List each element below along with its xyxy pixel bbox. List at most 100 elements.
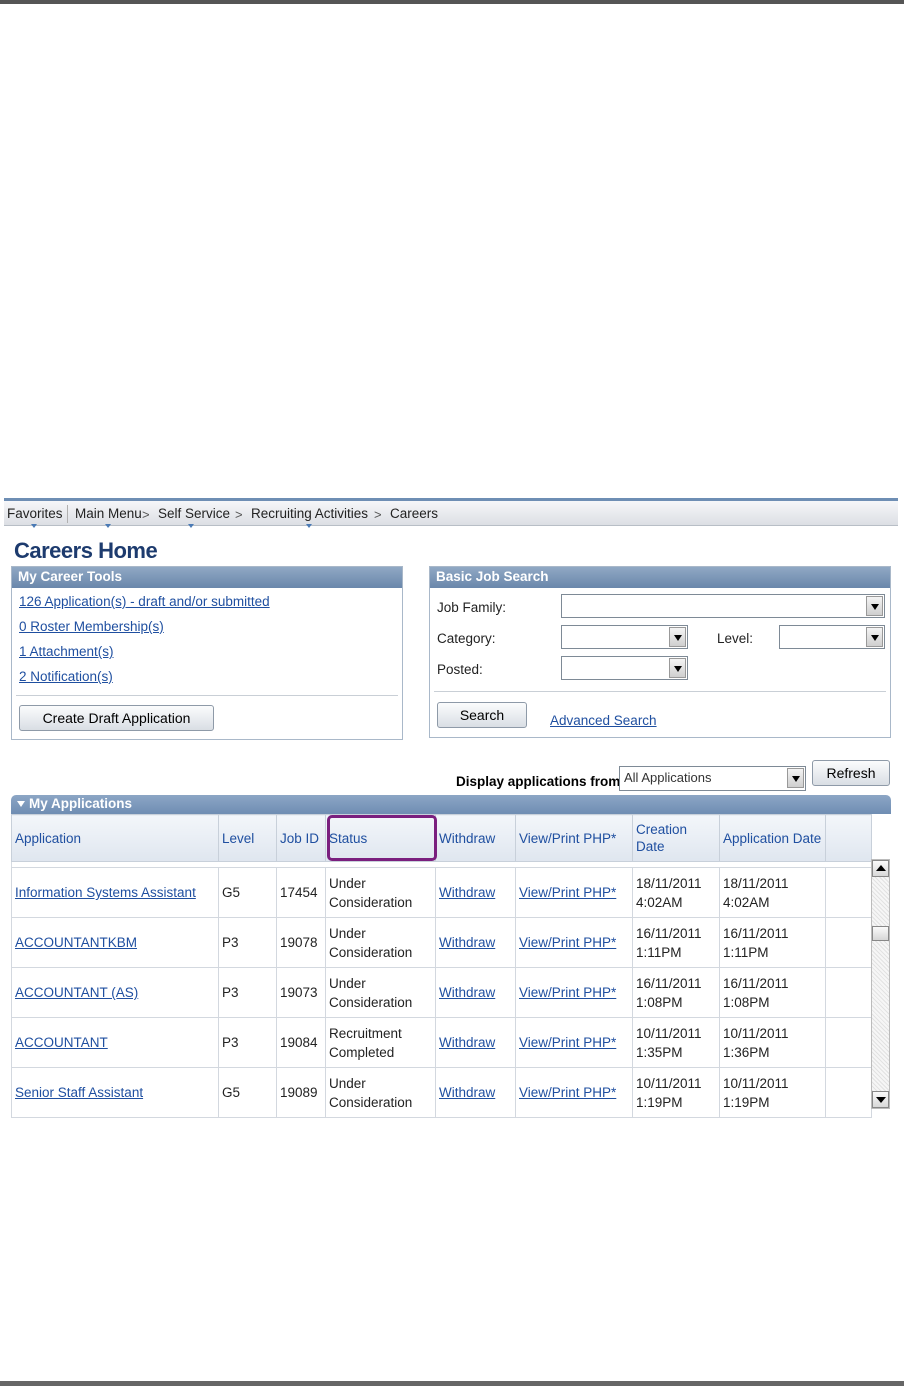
- divider: [16, 695, 398, 696]
- job-id-cell: 19073: [276, 967, 326, 1018]
- my-applications-title[interactable]: My Applications: [11, 795, 891, 814]
- job-id-cell: 19078: [276, 917, 326, 968]
- applications-link[interactable]: 126 Application(s) - draft and/or submit…: [19, 594, 270, 609]
- posted-select[interactable]: [561, 656, 688, 680]
- level-cell: P3: [218, 967, 277, 1018]
- view-print-php-link[interactable]: View/Print PHP*: [519, 1035, 616, 1050]
- display-applications-label: Display applications from:: [456, 774, 625, 789]
- job-id-cell: 19084: [276, 1017, 326, 1068]
- advanced-search-link[interactable]: Advanced Search: [550, 713, 657, 728]
- scrollbar-thumb[interactable]: [872, 926, 889, 941]
- dropdown-indicator-icon: [105, 524, 111, 528]
- breadcrumb-separator-icon: >: [235, 507, 243, 522]
- creation-date-cell: 16/11/2011 1:11PM: [632, 917, 720, 968]
- scroll-up-arrow-icon[interactable]: [872, 860, 889, 877]
- application-link[interactable]: Information Systems Assistant: [15, 885, 196, 900]
- withdraw-link[interactable]: Withdraw: [439, 1085, 495, 1100]
- level-label: Level:: [717, 631, 754, 646]
- column-header-withdraw[interactable]: Withdraw: [435, 814, 516, 862]
- category-select[interactable]: [561, 625, 688, 649]
- view-print-php-link[interactable]: View/Print PHP*: [519, 885, 616, 900]
- breadcrumb-separator-icon: >: [374, 507, 382, 522]
- column-header-view-print[interactable]: View/Print PHP*: [515, 814, 633, 862]
- job-id-cell: 17454: [276, 867, 326, 918]
- table-row: ACCOUNTANTKBM P3 19078 Under Considerati…: [11, 917, 872, 968]
- application-link[interactable]: ACCOUNTANT (AS): [15, 985, 138, 1000]
- level-cell: P3: [218, 1017, 277, 1068]
- bottom-border: [0, 1381, 904, 1386]
- spacer-cell: [825, 1067, 872, 1118]
- column-header-spacer: [825, 814, 872, 862]
- dropdown-arrow-icon[interactable]: [866, 627, 883, 647]
- nav-self-service[interactable]: Self Service: [158, 506, 231, 528]
- nav-self-service-label: Self Service: [158, 506, 231, 521]
- withdraw-link[interactable]: Withdraw: [439, 935, 495, 950]
- status-cell: Under Consideration: [325, 917, 436, 968]
- table-row: Senior Staff Assistant G5 19089 Under Co…: [11, 1067, 872, 1118]
- view-print-php-link[interactable]: View/Print PHP*: [519, 1085, 616, 1100]
- column-header-level[interactable]: Level: [218, 814, 277, 862]
- level-cell: P3: [218, 917, 277, 968]
- application-link[interactable]: ACCOUNTANT: [15, 1035, 108, 1050]
- page-title: Careers Home: [14, 538, 158, 563]
- column-header-creation-date[interactable]: Creation Date: [632, 814, 720, 862]
- spacer-cell: [825, 867, 872, 918]
- status-cell: Recruitment Completed: [325, 1017, 436, 1068]
- display-applications-select[interactable]: All Applications: [619, 766, 806, 791]
- career-tools-panel: My Career Tools 126 Application(s) - dra…: [11, 566, 403, 740]
- grid-vertical-scrollbar[interactable]: [871, 859, 890, 1109]
- job-family-select[interactable]: [561, 594, 885, 618]
- spacer-cell: [825, 917, 872, 968]
- dropdown-indicator-icon: [306, 524, 312, 528]
- dropdown-arrow-icon[interactable]: [866, 596, 883, 616]
- dropdown-arrow-icon[interactable]: [787, 768, 804, 788]
- table-row: Information Systems Assistant G5 17454 U…: [11, 867, 872, 918]
- attachments-link[interactable]: 1 Attachment(s): [19, 644, 114, 659]
- create-draft-application-button[interactable]: Create Draft Application: [19, 705, 214, 731]
- dropdown-indicator-icon: [188, 524, 194, 528]
- application-date-cell: 18/11/2011 4:02AM: [719, 867, 826, 918]
- withdraw-link[interactable]: Withdraw: [439, 885, 495, 900]
- column-header-application-date[interactable]: Application Date: [719, 814, 826, 862]
- application-date-cell: 10/11/2011 1:19PM: [719, 1067, 826, 1118]
- column-header-application[interactable]: Application: [11, 814, 219, 862]
- top-border: [0, 0, 904, 4]
- creation-date-cell: 10/11/2011 1:19PM: [632, 1067, 720, 1118]
- nav-careers[interactable]: Careers: [390, 506, 438, 521]
- nav-main-menu[interactable]: Main Menu: [75, 506, 142, 528]
- nav-divider: [67, 505, 68, 523]
- job-family-label: Job Family:: [437, 600, 507, 615]
- level-cell: G5: [218, 867, 277, 918]
- scroll-down-arrow-icon[interactable]: [872, 1091, 889, 1108]
- application-date-cell: 16/11/2011 1:08PM: [719, 967, 826, 1018]
- peoplesoft-careers-window: Favorites Main Menu > Self Service > Rec…: [4, 498, 898, 1118]
- roster-membership-link[interactable]: 0 Roster Membership(s): [19, 619, 164, 634]
- search-button[interactable]: Search: [437, 702, 527, 728]
- level-cell: G5: [218, 1067, 277, 1118]
- application-link[interactable]: ACCOUNTANTKBM: [15, 935, 137, 950]
- nav-main-menu-label: Main Menu: [75, 506, 142, 521]
- dropdown-arrow-icon[interactable]: [669, 627, 686, 647]
- withdraw-link[interactable]: Withdraw: [439, 1035, 495, 1050]
- spacer-cell: [825, 967, 872, 1018]
- column-header-job-id[interactable]: Job ID: [276, 814, 326, 862]
- application-link[interactable]: Senior Staff Assistant: [15, 1085, 143, 1100]
- status-cell: Under Consideration: [325, 867, 436, 918]
- withdraw-link[interactable]: Withdraw: [439, 985, 495, 1000]
- creation-date-cell: 10/11/2011 1:35PM: [632, 1017, 720, 1068]
- view-print-php-link[interactable]: View/Print PHP*: [519, 985, 616, 1000]
- basic-job-search-title: Basic Job Search: [430, 567, 890, 588]
- display-applications-value: All Applications: [624, 770, 712, 785]
- career-tools-title: My Career Tools: [12, 567, 402, 588]
- divider: [434, 691, 886, 692]
- level-select[interactable]: [779, 625, 885, 649]
- column-header-status[interactable]: Status: [325, 814, 436, 862]
- nav-recruiting-activities[interactable]: Recruiting Activities: [251, 506, 368, 528]
- refresh-button[interactable]: Refresh: [812, 760, 890, 786]
- status-cell: Under Consideration: [325, 1067, 436, 1118]
- dropdown-arrow-icon[interactable]: [669, 658, 686, 678]
- notifications-link[interactable]: 2 Notification(s): [19, 669, 113, 684]
- nav-favorites[interactable]: Favorites: [7, 506, 63, 528]
- view-print-php-link[interactable]: View/Print PHP*: [519, 935, 616, 950]
- collapse-caret-icon[interactable]: [17, 801, 25, 808]
